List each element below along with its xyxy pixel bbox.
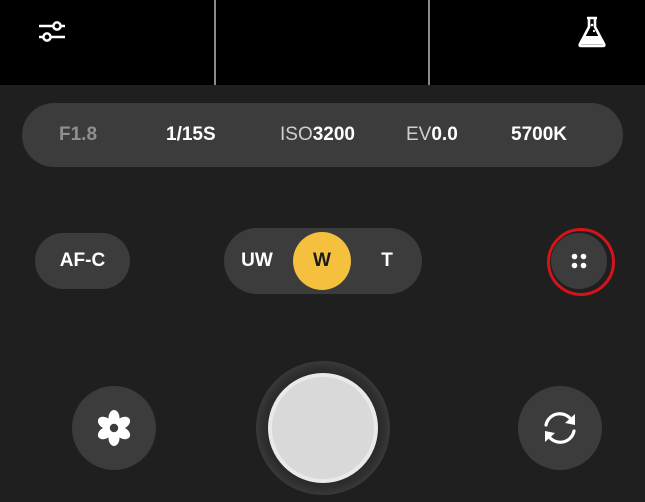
zoom-option-w[interactable]: W <box>293 232 351 290</box>
iso-label: ISO <box>280 124 313 145</box>
iso-control[interactable]: ISO3200 <box>280 103 355 167</box>
scene-mode-button[interactable] <box>72 386 156 470</box>
iso-value: 3200 <box>312 124 356 145</box>
aperture-value[interactable]: F1.8 <box>59 103 97 167</box>
zoom-option-uw[interactable]: UW <box>228 228 286 294</box>
white-balance-value[interactable]: 5700K <box>511 103 567 167</box>
focus-mode-button[interactable]: AF-C <box>35 233 130 289</box>
shutter-button[interactable] <box>268 373 378 483</box>
four-dots-icon <box>571 253 587 269</box>
shutter-speed-value[interactable]: 1/15S <box>166 103 216 167</box>
grid-line-right <box>428 0 430 85</box>
settings-sliders-button[interactable] <box>30 14 74 50</box>
switch-camera-icon <box>544 412 576 444</box>
sliders-icon <box>39 21 65 42</box>
ev-control[interactable]: EV0.0 <box>406 103 458 167</box>
more-options-button[interactable] <box>551 233 607 289</box>
ev-label: EV <box>406 124 432 145</box>
lab-button[interactable] <box>572 12 612 52</box>
exposure-params-bar: F1.8 1/15S ISO3200 EV0.0 5700K <box>22 103 623 167</box>
switch-camera-button[interactable] <box>518 386 602 470</box>
grid-line-left <box>214 0 216 85</box>
flower-icon <box>97 410 131 446</box>
zoom-selector: UW W T <box>224 228 422 294</box>
viewfinder-top-bar <box>0 0 645 85</box>
zoom-option-t[interactable]: T <box>358 228 416 294</box>
flask-icon <box>578 16 606 48</box>
ev-value: 0.0 <box>431 124 458 145</box>
